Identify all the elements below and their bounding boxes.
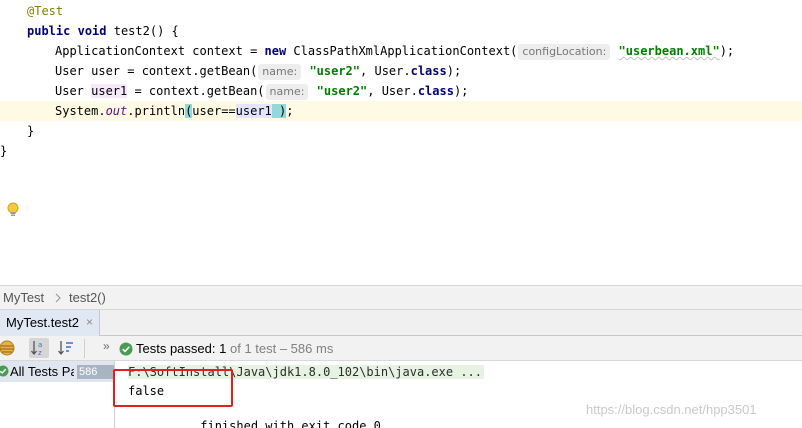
keyword-class: class — [410, 64, 447, 78]
breadcrumb-method[interactable]: test2() — [69, 290, 106, 305]
system-ref: System. — [55, 104, 106, 118]
svg-text:a: a — [38, 341, 42, 349]
parameter-hint-name: name: — [258, 64, 302, 80]
field-out: out — [105, 104, 128, 118]
console-output-false: false — [128, 384, 165, 398]
code-line-close-method[interactable]: } — [0, 121, 802, 141]
variable-user1-usage: user1 — [235, 104, 272, 118]
class-ref: , User. — [360, 64, 411, 78]
toolbar-divider — [84, 339, 85, 358]
statement-end: ); — [453, 84, 469, 98]
tests-passed-label: Tests passed: — [136, 341, 216, 356]
sort-by-duration-button[interactable] — [56, 338, 76, 358]
tab-run-configuration[interactable]: MyTest.test2 × — [0, 310, 100, 336]
context-declaration: ApplicationContext context = — [55, 44, 265, 58]
parameter-hint-name: name: — [265, 84, 309, 100]
statement-end: ); — [446, 64, 462, 78]
expression-user: user== — [192, 104, 236, 118]
ball-icon — [0, 340, 15, 356]
method-name: test2() { — [113, 24, 179, 38]
code-line-user1[interactable]: User user1 = context.getBean(name: "user… — [0, 81, 802, 101]
breadcrumb-class[interactable]: MyTest — [3, 290, 44, 305]
tests-passed-count: 1 — [219, 341, 227, 356]
breadcrumb: MyTest test2() — [0, 285, 802, 310]
run-tool-window-tabs: MyTest.test2 × — [0, 310, 802, 336]
keyword-new: new — [264, 44, 287, 58]
tree-item-label: All Tests Pa — [10, 364, 74, 379]
svg-text:z: z — [38, 349, 42, 357]
run-toolbar: a z » Tests passed: 1 of 1 test – 586 ms — [0, 336, 802, 361]
code-line-method-declaration[interactable]: public void test2() { — [0, 21, 802, 41]
show-passed-button[interactable] — [0, 338, 17, 358]
class-ref: , User. — [367, 84, 418, 98]
keyword-class: class — [417, 84, 454, 98]
close-icon[interactable]: × — [86, 315, 93, 329]
brace-close-method: } — [27, 124, 35, 138]
check-circle-icon — [119, 342, 133, 356]
test-annotation: @Test — [27, 4, 64, 18]
watermark: https://blog.csdn.net/hpp3501 — [586, 402, 757, 417]
getbean-call: = context.getBean( — [127, 84, 265, 98]
sort-alpha-icon: a z — [31, 341, 42, 357]
sort-duration-icon — [58, 341, 73, 356]
paren-close-match: ) — [271, 104, 287, 118]
variable-user1-highlight: user1 — [91, 84, 128, 98]
chevron-right-icon — [55, 293, 61, 303]
tree-item-all-tests[interactable]: All Tests Pa 586 ms — [0, 361, 114, 392]
duration-badge: 586 ms — [77, 365, 114, 392]
brace-close-class: } — [0, 144, 8, 158]
user-declaration: User user = context.getBean( — [55, 64, 258, 78]
code-line-context[interactable]: ApplicationContext context = new ClassPa… — [0, 41, 802, 61]
check-circle-icon — [0, 365, 9, 377]
code-line-user[interactable]: User user = context.getBean(name: "user2… — [0, 61, 802, 81]
code-editor[interactable]: @Test public void test2() { ApplicationC… — [0, 0, 802, 285]
tests-passed-detail: of 1 test – 586 ms — [229, 341, 334, 356]
println-call: .println — [127, 104, 186, 118]
type-user: User — [55, 84, 92, 98]
constructor-call: ClassPathXmlApplicationContext( — [286, 44, 518, 58]
test-results-tree: All Tests Pa 586 ms — [0, 361, 115, 428]
string-literal-user2: "user2" — [309, 64, 361, 78]
code-line-close-class[interactable]: } — [0, 141, 802, 161]
parameter-hint-config-location: configLocation: — [518, 44, 611, 60]
keyword-void: void — [77, 24, 107, 38]
code-line-annotation[interactable]: @Test — [0, 1, 802, 21]
statement-end: ); — [719, 44, 735, 58]
tests-status: Tests passed: 1 of 1 test – 586 ms — [136, 341, 333, 356]
keyword-public: public — [27, 24, 71, 38]
more-actions-button[interactable]: » — [103, 339, 110, 353]
code-line-println-current[interactable]: System.out.println(user==user1 ); — [0, 101, 802, 216]
statement-end: ; — [286, 104, 294, 118]
lightbulb-icon[interactable] — [7, 202, 19, 218]
tab-label: MyTest.test2 — [6, 315, 79, 330]
string-literal-user2: "user2" — [316, 84, 368, 98]
string-literal-userbean: "userbean.xml" — [618, 44, 720, 58]
sort-alphabetically-button[interactable]: a z — [29, 338, 49, 358]
console-command-line[interactable]: F:\SoftInstall\Java\jdk1.8.0_102\bin\jav… — [128, 365, 485, 379]
console-exit-line: finished with exit code 0 — [128, 419, 381, 428]
console-output[interactable]: F:\SoftInstall\Java\jdk1.8.0_102\bin\jav… — [116, 361, 802, 428]
